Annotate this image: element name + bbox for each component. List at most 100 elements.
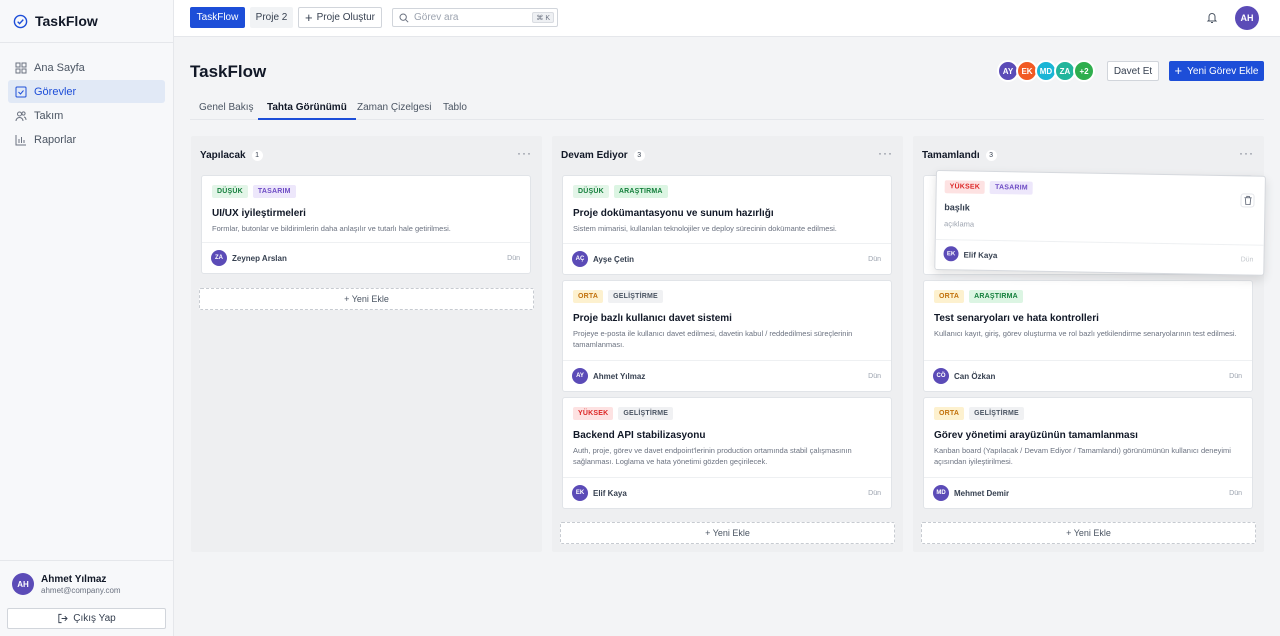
priority-tag: ORTA (934, 290, 965, 303)
topbar: TaskFlow Proje 2 + Proje Oluştur Görev a… (174, 0, 1280, 37)
user-box: AH Ahmet Yılmaz ahmet@company.com Çıkış … (0, 560, 174, 636)
category-tag: TASARIM (989, 180, 1033, 195)
assignee-name: Ahmet Yılmaz (593, 372, 646, 381)
assignee-avatar: AÇ (572, 251, 588, 267)
card-date: Dün (1229, 490, 1242, 497)
column-count: 1 (251, 150, 263, 161)
sidebar-item-label: Ana Sayfa (34, 61, 85, 74)
assignee-name: Zeynep Arslan (232, 254, 287, 263)
tab-overview[interactable]: Genel Bakış (190, 96, 262, 120)
add-card-button[interactable]: + Yeni Ekle (199, 288, 534, 310)
task-card[interactable]: ORTA GELİŞTİRME Proje bazlı kullanıcı da… (562, 280, 892, 392)
category-tag: GELİŞTİRME (969, 407, 1024, 420)
task-card[interactable]: DÜŞÜK ARAŞTIRMA Proje dokümantasyonu ve … (562, 175, 892, 275)
card-title: Test senaryoları ve hata kontrolleri (934, 313, 1099, 324)
tab-timeline[interactable]: Zaman Çizelgesi (348, 96, 440, 120)
column-title: Yapılacak (200, 150, 246, 161)
tab-board[interactable]: Tahta Görünümü (258, 96, 356, 120)
create-project-label: Proje Oluştur (316, 12, 375, 23)
logout-icon (57, 613, 69, 624)
sidebar-item-home[interactable]: Ana Sayfa (8, 56, 165, 79)
assignee-avatar: AY (572, 368, 588, 384)
category-tag: ARAŞTIRMA (969, 290, 1023, 303)
search-placeholder: Görev ara (414, 12, 459, 23)
sidebar: TaskFlow Ana Sayfa Görevler Takım Raporl… (0, 0, 174, 636)
card-date: Dün (1240, 256, 1254, 264)
plus-icon: + (1174, 63, 1183, 78)
column-title: Tamamlandı (922, 150, 980, 161)
assignee-name: Mehmet Demir (954, 489, 1010, 498)
sidebar-item-label: Takım (34, 109, 64, 122)
sidebar-item-label: Raporlar (34, 133, 77, 146)
column-title: Devam Ediyor (561, 150, 628, 161)
user-email: ahmet@company.com (41, 585, 121, 595)
card-title: UI/UX iyileştirmeleri (212, 208, 306, 219)
category-tag: GELİŞTİRME (608, 290, 663, 303)
task-card[interactable]: DÜŞÜK TASARIM UI/UX iyileştirmeleri Form… (201, 175, 531, 274)
project-tab-proje-2[interactable]: Proje 2 (250, 7, 293, 28)
card-date: Dün (868, 256, 881, 263)
tab-table[interactable]: Tablo (434, 96, 476, 120)
logout-button[interactable]: Çıkış Yap (7, 608, 166, 629)
card-description: Projeye e-posta ile kullanıcı davet edil… (573, 329, 853, 349)
card-description: Auth, proje, görev ve davet endpoint'ler… (573, 446, 852, 466)
column-todo: Yapılacak 1 ··· DÜŞÜK TASARIM UI/UX iyil… (191, 136, 542, 552)
dragged-task-card[interactable]: YÜKSEK TASARIM başlık açıklama EK Elif K… (934, 170, 1266, 276)
card-title: Backend API stabilizasyonu (573, 430, 706, 441)
assignee-avatar: ZA (211, 250, 227, 266)
new-task-button[interactable]: + Yeni Görev Ekle (1169, 61, 1264, 81)
category-tag: GELİŞTİRME (618, 407, 674, 420)
view-tabs: Genel Bakış Tahta Görünümü Zaman Çizelge… (190, 96, 1264, 120)
task-card[interactable]: ORTA GELİŞTİRME Görev yönetimi arayüzünü… (923, 397, 1253, 509)
column-count: 3 (633, 150, 645, 161)
priority-tag: DÜŞÜK (212, 185, 248, 198)
category-tag: TASARIM (252, 185, 296, 198)
column-count: 3 (985, 150, 997, 161)
grid-icon (15, 62, 27, 74)
card-description: Formlar, butonlar ve bildirimlerin daha … (212, 224, 451, 233)
assignee-avatar: EK (572, 485, 588, 501)
task-card[interactable]: ORTA ARAŞTIRMA Test senaryoları ve hata … (923, 280, 1253, 392)
assignee-name: Ayşe Çetin (593, 255, 635, 264)
column-in-progress: Devam Ediyor 3 ··· DÜŞÜK ARAŞTIRMA Proje… (552, 136, 903, 552)
member-avatar-more: +2 (1073, 60, 1095, 82)
assignee-name: Can Özkan (954, 372, 996, 381)
user-name: Ahmet Yılmaz (41, 573, 107, 585)
create-project-button[interactable]: + Proje Oluştur (298, 7, 382, 28)
card-date: Dün (1229, 373, 1242, 380)
card-title: Görev yönetimi arayüzünün tamamlanması (934, 430, 1138, 441)
project-tab-taskflow[interactable]: TaskFlow (190, 7, 245, 28)
sidebar-item-label: Görevler (34, 85, 77, 98)
more-icon[interactable]: ··· (517, 146, 532, 160)
priority-tag: YÜKSEK (573, 407, 614, 420)
task-card[interactable]: YÜKSEK GELİŞTİRME Backend API stabilizas… (562, 397, 892, 509)
add-card-button[interactable]: + Yeni Ekle (560, 522, 895, 544)
priority-tag: ORTA (934, 407, 965, 420)
bar-chart-icon (15, 134, 27, 146)
assignee-avatar: CÖ (933, 368, 949, 384)
category-tag: ARAŞTIRMA (613, 185, 668, 198)
user-avatar[interactable]: AH (1235, 6, 1259, 30)
sidebar-item-reports[interactable]: Raporlar (8, 128, 165, 151)
add-card-button[interactable]: + Yeni Ekle (921, 522, 1256, 544)
assignee-name: Elif Kaya (963, 250, 998, 261)
invite-button[interactable]: Davet Et (1107, 61, 1159, 81)
sidebar-item-team[interactable]: Takım (8, 104, 165, 127)
logout-label: Çıkış Yap (73, 613, 116, 624)
card-date: Dün (507, 255, 520, 262)
page-title: TaskFlow (190, 62, 267, 81)
sidebar-item-tasks[interactable]: Görevler (8, 80, 165, 103)
card-title: Proje bazlı kullanıcı davet sistemi (573, 313, 732, 324)
card-description: Kullanıcı kayıt, giriş, görev oluşturma … (934, 329, 1237, 338)
check-circle-icon (13, 14, 28, 29)
card-description: Kanban board (Yapılacak / Devam Ediyor /… (934, 446, 1231, 466)
trash-icon[interactable] (1240, 193, 1255, 208)
search-input[interactable]: Görev ara ⌘ K (392, 8, 558, 27)
bell-icon[interactable] (1206, 11, 1218, 27)
app-name: TaskFlow (35, 13, 98, 29)
logo[interactable]: TaskFlow (0, 0, 173, 43)
plus-icon: + (305, 9, 313, 25)
more-icon[interactable]: ··· (878, 146, 893, 160)
assignee-avatar: EK (943, 246, 959, 262)
more-icon[interactable]: ··· (1239, 146, 1254, 160)
